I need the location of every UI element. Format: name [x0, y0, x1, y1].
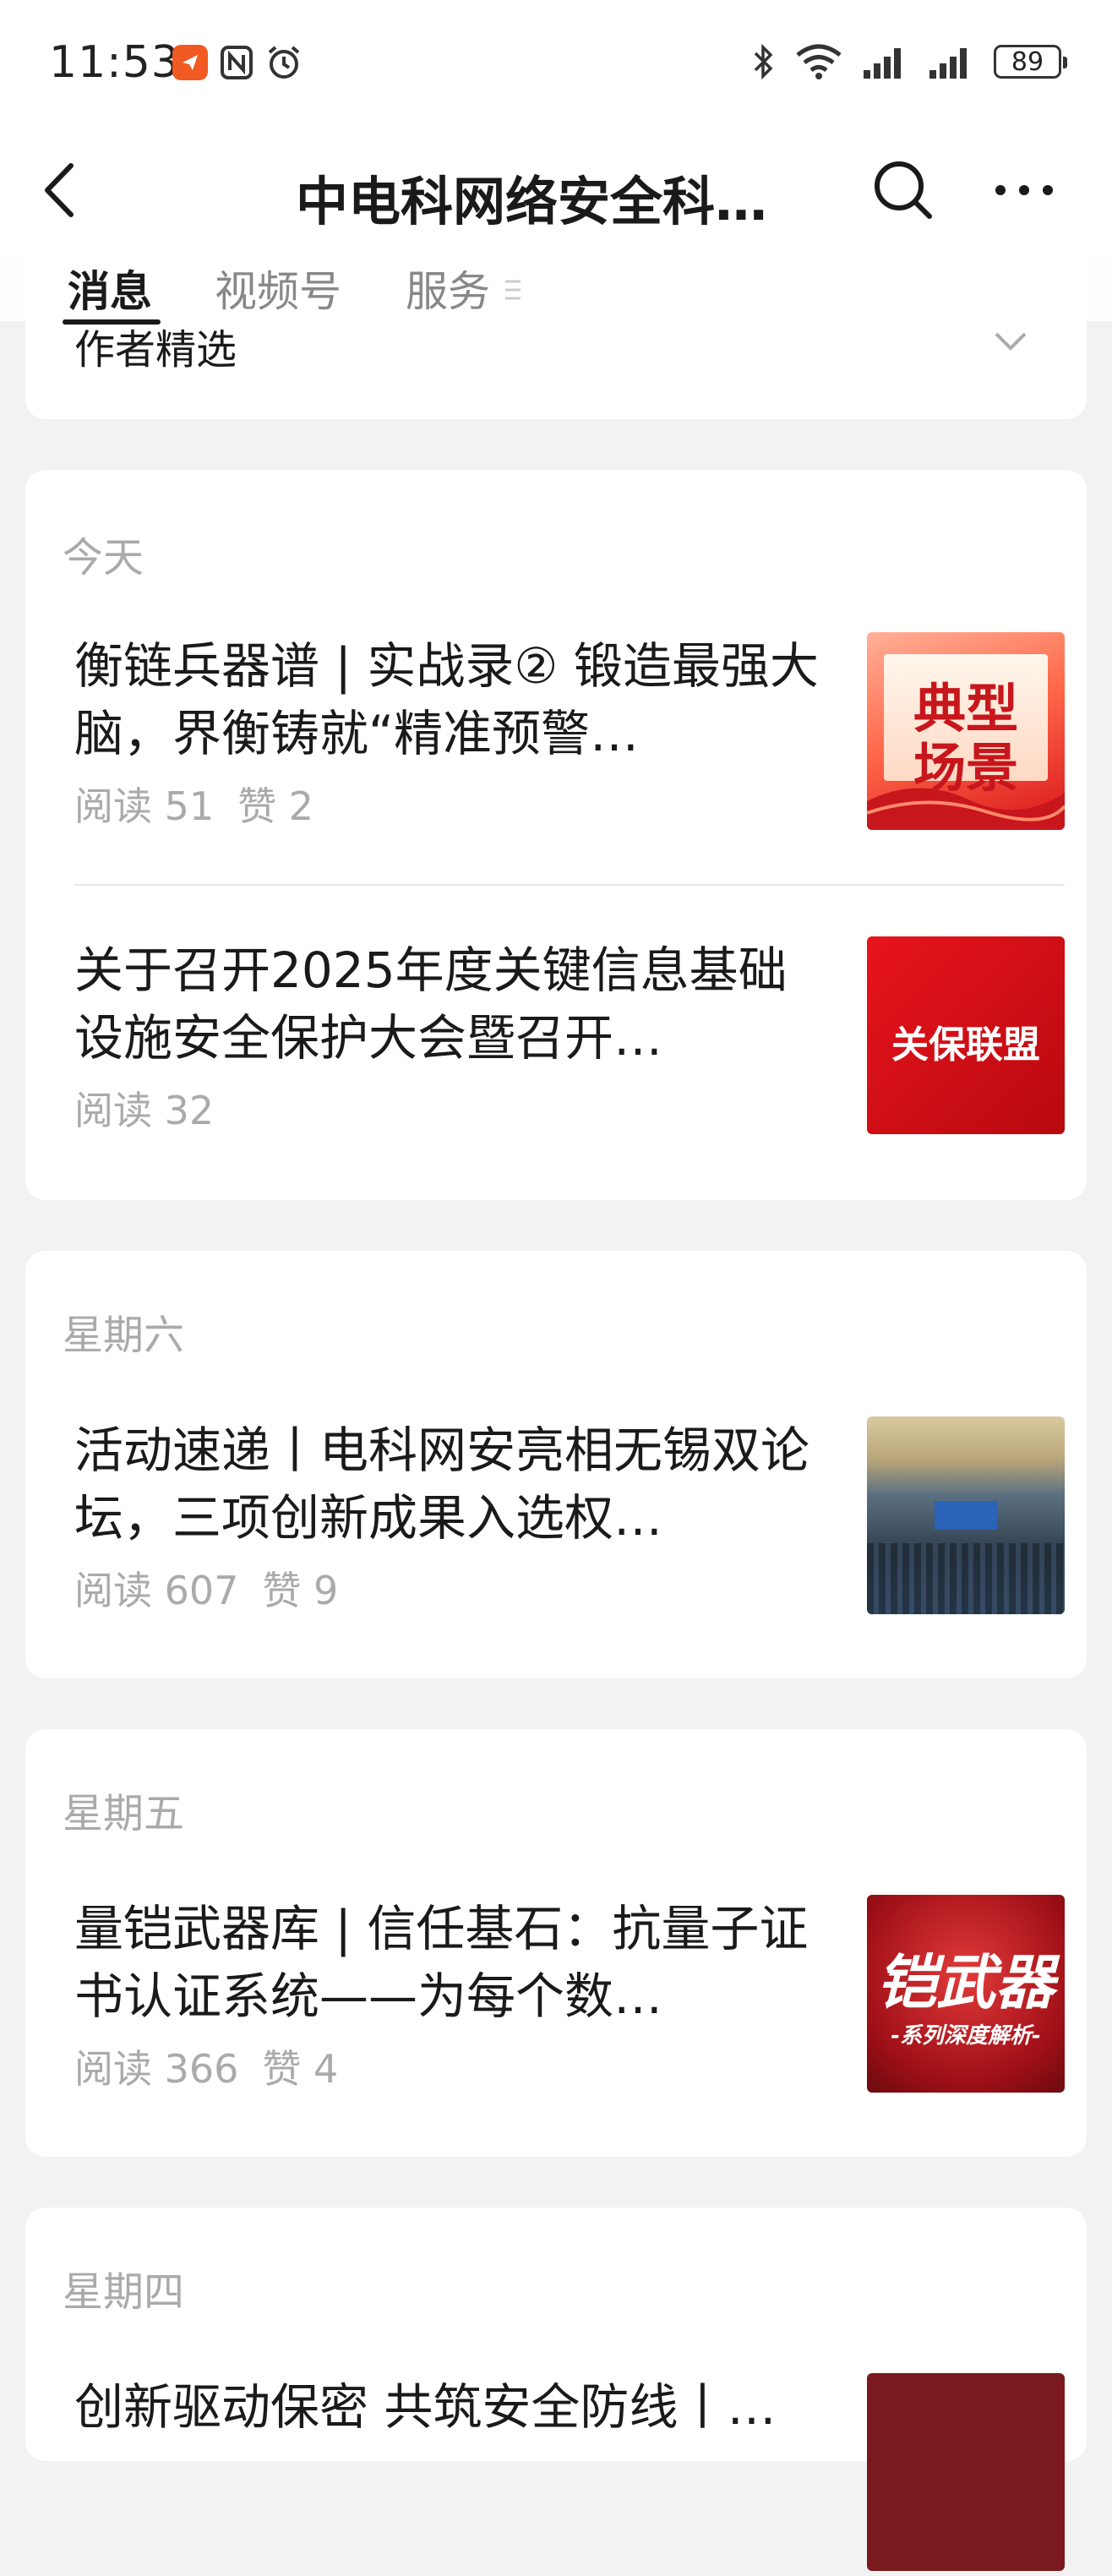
- day-group-today: 今天 衡链兵器谱 | 实战录② 锻造最强大脑，界衡铸就“精准预警… 阅读 51 赞…: [25, 470, 1087, 1200]
- battery-indicator: 89: [994, 45, 1067, 79]
- menu-lines-icon: [505, 280, 521, 300]
- article-title: 衡链兵器谱 | 实战录② 锻造最强大脑，界衡铸就“精准预警…: [74, 637, 819, 762]
- tab-services[interactable]: 服务: [406, 258, 490, 319]
- app-notification-icon: [172, 45, 208, 80]
- tab-bar: [0, 254, 1112, 321]
- article-item[interactable]: 创新驱动保密 共筑安全防线丨…: [74, 2373, 1065, 2576]
- divider: [74, 884, 1065, 886]
- nfc-icon: [221, 46, 253, 79]
- wifi-icon: [796, 44, 842, 79]
- more-options-icon[interactable]: [994, 177, 1055, 203]
- article-title: 创新驱动保密 共筑安全防线丨…: [74, 2378, 777, 2436]
- like-count: 赞 2: [237, 783, 314, 829]
- author-picks-label: 作者精选: [74, 326, 237, 374]
- article-thumbnail: [867, 1416, 1065, 1614]
- day-group-friday: 星期五 量铠武器库 | 信任基石：抗量子证书认证系统——为每个数… 阅读 366…: [25, 1729, 1087, 2157]
- article-meta: 阅读 32: [74, 1080, 214, 1136]
- article-title: 活动速递丨电科网安亮相无锡双论坛，三项创新成果入选权…: [74, 1422, 810, 1547]
- read-count: 阅读 51: [74, 783, 215, 829]
- article-meta: 阅读 607 赞 9: [74, 1560, 338, 1616]
- red-ribbon-graphic: [867, 788, 1065, 830]
- tab-channels[interactable]: 视频号: [215, 258, 341, 319]
- status-bar: 11:53 89: [0, 0, 1112, 127]
- read-count: 阅读 366: [74, 2046, 239, 2092]
- thumb-caption-line: -系列深度解析-: [891, 2023, 1041, 2049]
- article-item[interactable]: 量铠武器库 | 信任基石：抗量子证书认证系统——为每个数… 阅读 366 赞 4 …: [74, 1895, 1065, 2098]
- article-item[interactable]: 关于召开2025年度关键信息基础设施安全保护大会暨召开… 阅读 32 关保联盟: [74, 936, 1065, 1139]
- tab-active-indicator: [63, 319, 161, 325]
- article-item[interactable]: 衡链兵器谱 | 实战录② 锻造最强大脑，界衡铸就“精准预警… 阅读 51 赞 2 …: [74, 632, 1065, 835]
- article-title: 量铠武器库 | 信任基石：抗量子证书认证系统——为每个数…: [74, 1900, 809, 2025]
- day-label: 星期五: [63, 1790, 185, 1837]
- article-title: 关于召开2025年度关键信息基础设施安全保护大会暨召开…: [74, 941, 788, 1067]
- search-icon[interactable]: [870, 157, 935, 221]
- article-thumbnail: 典型 场景: [867, 632, 1065, 830]
- article-thumbnail: 铠武器 -系列深度解析-: [867, 1895, 1065, 2093]
- article-thumbnail: 关保联盟: [867, 936, 1065, 1134]
- account-title: 中电科网络安全科…: [296, 171, 768, 232]
- cellular-signal-1-icon: [864, 48, 901, 79]
- bluetooth-icon: [754, 43, 773, 80]
- status-notification-icons: [172, 44, 303, 81]
- chevron-down-icon[interactable]: [994, 331, 1028, 352]
- article-meta: 阅读 366 赞 4: [74, 2038, 338, 2094]
- article-meta: 阅读 51 赞 2: [74, 776, 313, 832]
- day-label: 星期四: [63, 2268, 185, 2316]
- read-count: 阅读 32: [74, 1088, 215, 1133]
- day-label: 今天: [63, 534, 144, 581]
- like-count: 赞 4: [262, 2046, 339, 2092]
- like-count: 赞 9: [262, 1568, 339, 1613]
- day-group-saturday: 星期六 活动速递丨电科网安亮相无锡双论坛，三项创新成果入选权… 阅读 607 赞 …: [25, 1251, 1087, 1678]
- back-arrow-icon[interactable]: [39, 161, 81, 220]
- tab-messages[interactable]: 消息: [68, 258, 152, 319]
- article-thumbnail: [867, 2373, 1065, 2571]
- cellular-signal-2-icon: [929, 48, 967, 79]
- day-label: 星期六: [63, 1312, 185, 1359]
- alarm-icon: [268, 46, 300, 79]
- thumb-caption-line: 关保联盟: [891, 1023, 1040, 1067]
- read-count: 阅读 607: [74, 1568, 239, 1613]
- article-item[interactable]: 活动速递丨电科网安亮相无锡双论坛，三项创新成果入选权… 阅读 607 赞 9: [74, 1416, 1065, 1619]
- day-group-thursday: 星期四 创新驱动保密 共筑安全防线丨…: [25, 2208, 1087, 2571]
- status-time: 11:53: [49, 37, 180, 88]
- thumb-caption-line: 铠武器: [877, 1948, 1055, 2017]
- status-system-icons: 89: [750, 42, 1067, 81]
